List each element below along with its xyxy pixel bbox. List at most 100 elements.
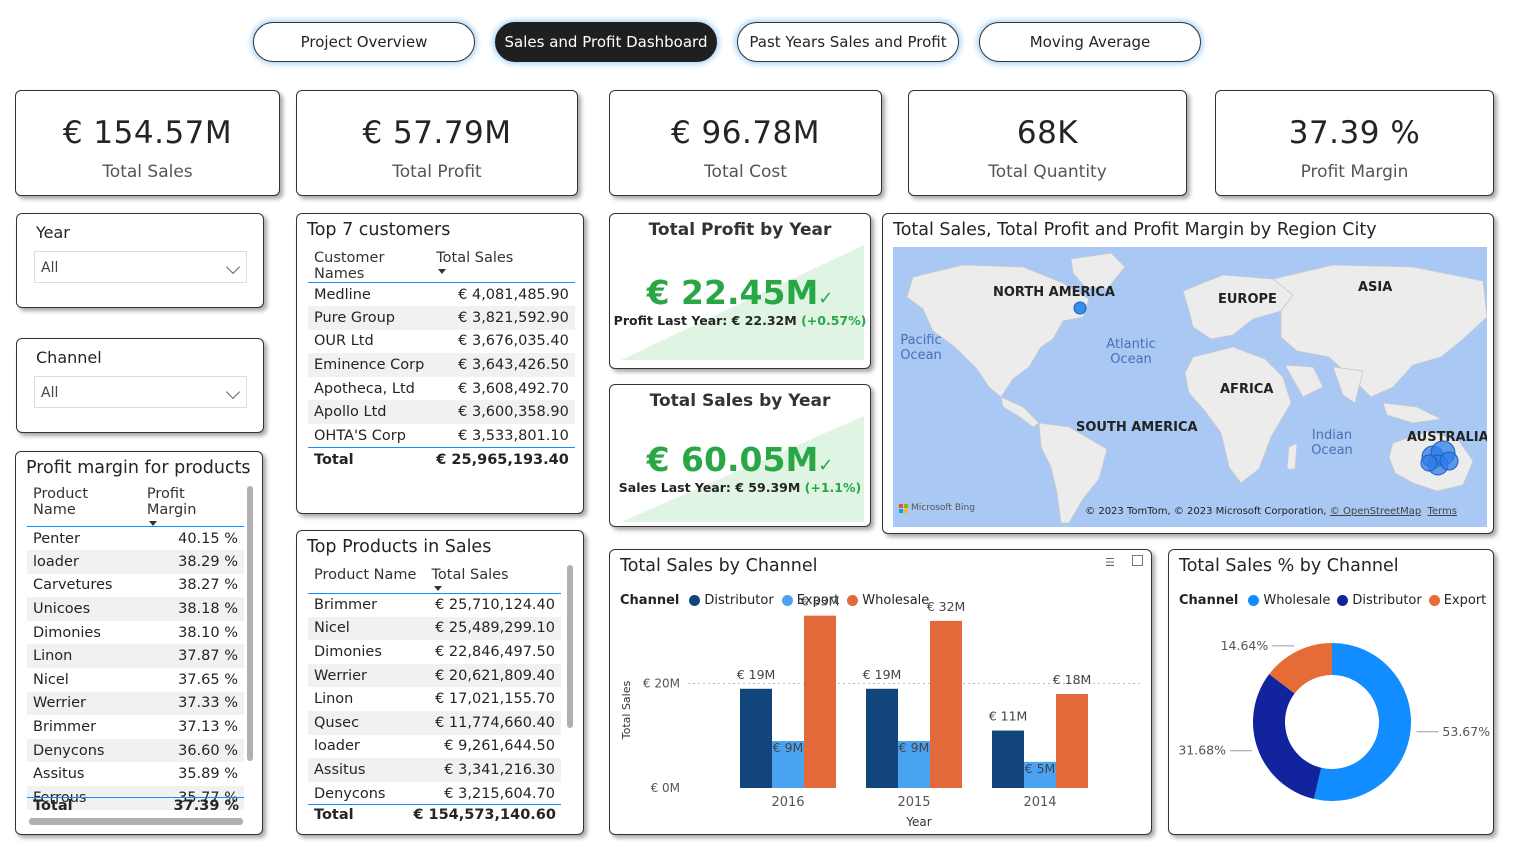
column-header-sorted[interactable]: Profit Margin	[141, 486, 244, 527]
bar-wholesale[interactable]	[804, 615, 836, 788]
total-divider	[308, 804, 561, 805]
year-slicer: Year All	[16, 213, 264, 308]
bar-wholesale[interactable]	[930, 620, 962, 788]
table-row[interactable]: OHTA'S Corp € 3,533,801.10	[308, 424, 575, 448]
profit-by-year-card: Total Profit by Year € 22.45M✓ Profit La…	[609, 213, 871, 369]
table-row[interactable]: Penter 40.15 %	[27, 527, 244, 551]
column-header-sorted[interactable]: Total Sales	[426, 567, 561, 593]
row-name: Denycons	[27, 738, 141, 763]
map-canvas[interactable]: NORTH AMERICA EUROPE ASIA AFRICA SOUTH A…	[893, 247, 1487, 527]
table-row[interactable]: Werrier € 20,621,809.40	[308, 663, 561, 688]
row-name: Linon	[27, 644, 141, 669]
map-title: Total Sales, Total Profit and Profit Mar…	[893, 220, 1377, 240]
table-row[interactable]: Nicel € 25,489,299.10	[308, 616, 561, 641]
table-row[interactable]: Linon € 17,021,155.70	[308, 687, 561, 711]
sales-by-year-card: Total Sales by Year € 60.05M✓ Sales Last…	[609, 384, 871, 527]
bar-distributor[interactable]	[866, 688, 898, 788]
osm-link[interactable]: © OpenStreetMap	[1330, 506, 1421, 517]
vertical-scrollbar[interactable]	[247, 486, 253, 761]
column-header-sorted[interactable]: Total Sales	[430, 250, 575, 283]
table-row[interactable]: Unicoes 38.18 %	[27, 597, 244, 621]
table-row[interactable]: Werrier 37.33 %	[27, 691, 244, 716]
table-row[interactable]: Eminence Corp € 3,643,426.50	[308, 353, 575, 377]
row-name: Dimonies	[33, 624, 101, 641]
table-row[interactable]: Linon 37.87 %	[27, 644, 244, 669]
top-products-table: Product Name Total Sales Brimmer € 25,710…	[308, 567, 561, 805]
table-row[interactable]: Denycons 36.60 %	[27, 738, 244, 763]
row-value: € 3,533,801.10	[458, 427, 569, 444]
donut-slice-distributor[interactable]	[1253, 674, 1322, 799]
row-value: 38.29 %	[140, 550, 244, 574]
kpi-subtext: Profit Last Year: € 22.32M (+0.57%)	[613, 313, 867, 328]
table-row[interactable]: Apollo Ltd € 3,600,358.90	[308, 400, 575, 425]
row-value: 35.89 %	[178, 766, 238, 783]
column-header[interactable]: Product Name	[308, 567, 426, 593]
slicer-title: Channel	[36, 348, 102, 367]
x-tick-label: 2015	[897, 795, 930, 810]
map-bubble[interactable]	[1073, 301, 1087, 315]
table-row[interactable]: Qusec € 11,774,660.40	[308, 710, 561, 735]
table-row[interactable]: Brimmer 37.13 %	[27, 715, 244, 739]
table-row[interactable]: Dimonies 38.10 %	[27, 621, 244, 645]
table-row[interactable]: Carvetures 38.27 %	[27, 574, 244, 598]
kpi-label: Profit Margin	[1300, 162, 1409, 182]
row-value: 37.87 %	[140, 644, 244, 669]
channel-slicer: Channel All	[16, 338, 264, 433]
row-name: Pure Group	[308, 306, 431, 330]
row-value: € 22,846,497.50	[435, 643, 555, 660]
vertical-scrollbar[interactable]	[567, 565, 573, 728]
card-title: Total Profit by Year	[648, 220, 832, 240]
row-value: € 20,621,809.40	[425, 663, 561, 688]
map-bubble[interactable]	[1439, 451, 1459, 471]
row-value: € 3,821,592.90	[430, 306, 575, 330]
nav-moving-average[interactable]: Moving Average	[979, 22, 1201, 62]
table-row[interactable]: Assitus € 3,341,216.30	[308, 758, 561, 782]
bar-chart: Total Sales Year € 0M € 20M € 19M € 9M € 33M 20…	[620, 594, 1140, 829]
column-header[interactable]: Customer Names	[308, 250, 430, 283]
map-bubble[interactable]	[1420, 454, 1438, 472]
channel-dropdown[interactable]: All	[34, 376, 247, 408]
nav-project-overview[interactable]: Project Overview	[253, 22, 475, 62]
terms-link[interactable]: Terms	[1428, 506, 1457, 517]
row-name: Assitus	[33, 766, 85, 783]
bar-wholesale[interactable]	[1056, 694, 1088, 788]
kpi-label: Total Profit	[392, 162, 482, 182]
year-dropdown[interactable]: All	[34, 251, 247, 283]
column-header[interactable]: Product Name	[27, 486, 141, 527]
table-title: Profit margin for products	[26, 458, 251, 478]
table-row[interactable]: Assitus 35.89 %	[27, 762, 244, 786]
y-tick-label: € 20M	[643, 677, 680, 691]
table-row[interactable]: Nicel 37.65 %	[27, 668, 244, 692]
table-row[interactable]: Medline € 4,081,485.90	[308, 283, 575, 307]
table-row[interactable]: Apotheca, Ltd € 3,608,492.70	[308, 377, 575, 401]
horizontal-scrollbar[interactable]	[29, 818, 243, 825]
map-bubbles	[1073, 301, 1459, 476]
chevron-down-icon	[225, 384, 241, 400]
total-label: Total	[33, 798, 73, 814]
top-products-card: Top Products in Sales Product Name Total…	[296, 530, 584, 835]
table-row[interactable]: Denycons € 3,215,604.70	[308, 782, 561, 806]
nav-past-years[interactable]: Past Years Sales and Profit	[737, 22, 959, 62]
table-row[interactable]: Pure Group € 3,821,592.90	[308, 306, 575, 330]
table-row[interactable]: loader 38.29 %	[27, 550, 244, 574]
table-row[interactable]: Dimonies € 22,846,497.50	[308, 640, 561, 664]
table-row[interactable]: OUR Ltd € 3,676,035.40	[308, 330, 575, 354]
table-row[interactable]: loader € 9,261,644.50	[308, 735, 561, 759]
row-name: Carvetures	[33, 577, 113, 594]
row-value: 38.27 %	[178, 577, 238, 594]
sales-pct-by-channel-card: Total Sales % by Channel Channel Wholesa…	[1168, 549, 1494, 835]
row-name: Eminence Corp	[308, 353, 431, 377]
row-name: OHTA'S Corp	[314, 427, 406, 444]
bar-distributor[interactable]	[740, 688, 772, 788]
data-label: € 33M	[801, 594, 840, 609]
nav-sales-profit-dashboard[interactable]: Sales and Profit Dashboard	[495, 22, 717, 62]
data-label: 53.67%	[1442, 724, 1490, 739]
total-label: Total	[314, 807, 354, 823]
bar-distributor[interactable]	[992, 730, 1024, 788]
table-title: Top 7 customers	[307, 220, 451, 240]
profit-margin-table: Product Name Profit Margin Penter 40.15 %…	[27, 486, 244, 810]
data-label: € 11M	[989, 709, 1028, 724]
table-row[interactable]: Brimmer € 25,710,124.40	[308, 593, 561, 617]
total-label: Total	[308, 447, 431, 472]
row-value: € 3,608,492.70	[458, 380, 569, 397]
